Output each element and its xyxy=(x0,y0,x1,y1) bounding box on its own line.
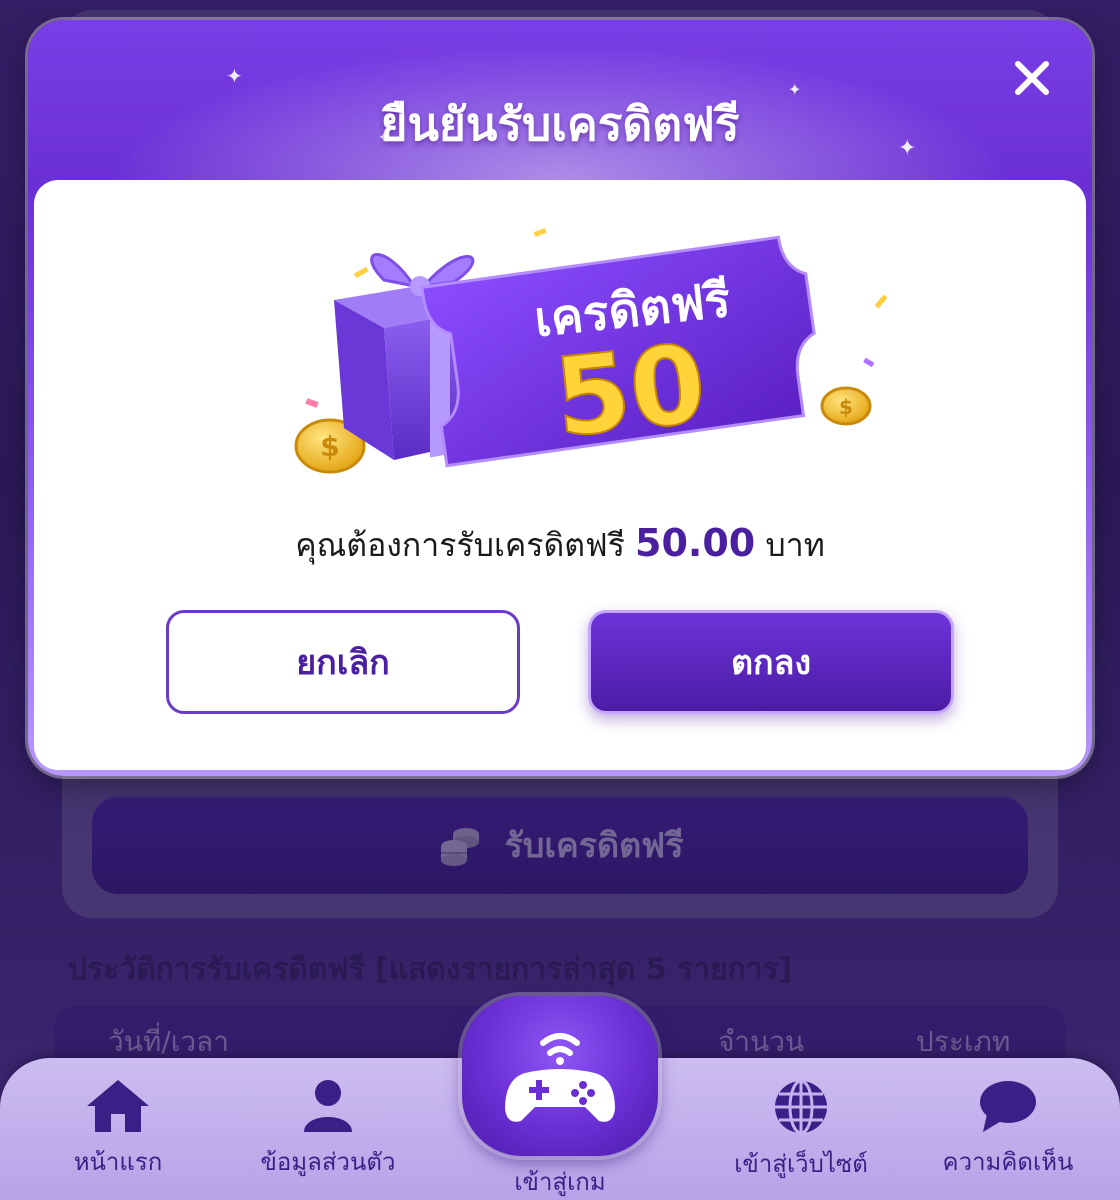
gamepad-icon xyxy=(505,1033,615,1122)
confirm-message: คุณต้องการรับเครดิตฟรี 50.00 บาท xyxy=(34,520,1086,571)
nav-label-website: เข้าสู่เว็บไซต์ xyxy=(734,1150,868,1178)
confetti xyxy=(533,228,547,237)
nav-item-website[interactable]: เข้าสู่เว็บไซต์ xyxy=(716,1078,886,1183)
confirm-free-credit-modal: ✦ ✦ ✦ ✦ ยืนยันรับเครดิตฟรี $ $ เครดิตฟรี… xyxy=(28,20,1092,776)
nav-item-game[interactable] xyxy=(462,996,658,1156)
confetti xyxy=(353,266,369,279)
svg-text:$: $ xyxy=(320,430,339,463)
nav-label-game: เข้าสู่เกม xyxy=(514,1168,606,1196)
nav-item-home[interactable]: หน้าแรก xyxy=(56,1078,180,1181)
sparkle-icon: ✦ xyxy=(226,64,243,88)
nav-item-profile[interactable]: ข้อมูลส่วนตัว xyxy=(248,1078,408,1181)
confetti xyxy=(874,294,888,309)
message-suffix: บาท xyxy=(765,526,825,564)
globe-icon xyxy=(775,1079,827,1135)
gold-coin-icon: $ xyxy=(820,386,872,426)
svg-text:$: $ xyxy=(839,395,853,419)
nav-item-feedback[interactable]: ความคิดเห็น xyxy=(928,1078,1088,1181)
confetti xyxy=(305,398,319,408)
confirm-button[interactable]: ตกลง xyxy=(588,610,954,714)
nav-label-home: หน้าแรก xyxy=(73,1148,163,1176)
free-credit-illustration: $ $ เครดิตฟรี 50 xyxy=(294,228,888,474)
home-icon xyxy=(87,1080,149,1132)
close-icon xyxy=(1015,61,1049,95)
chat-icon xyxy=(980,1081,1036,1132)
nav-label-feedback: ความคิดเห็น xyxy=(942,1148,1074,1176)
confetti xyxy=(863,357,875,368)
modal-title: ยืนยันรับเครดิตฟรี xyxy=(380,97,740,151)
nav-label-profile: ข้อมูลส่วนตัว xyxy=(260,1148,396,1176)
message-amount: 50.00 xyxy=(635,521,756,565)
cancel-button[interactable]: ยกเลิก xyxy=(166,610,520,714)
modal-body: $ $ เครดิตฟรี 50 คุณต้องการรับเครดิตฟรี … xyxy=(34,180,1086,770)
close-button[interactable] xyxy=(1004,50,1060,106)
user-icon xyxy=(304,1080,352,1132)
ticket-amount: 50 xyxy=(549,322,712,462)
message-prefix: คุณต้องการรับเครดิตฟรี xyxy=(295,526,625,564)
